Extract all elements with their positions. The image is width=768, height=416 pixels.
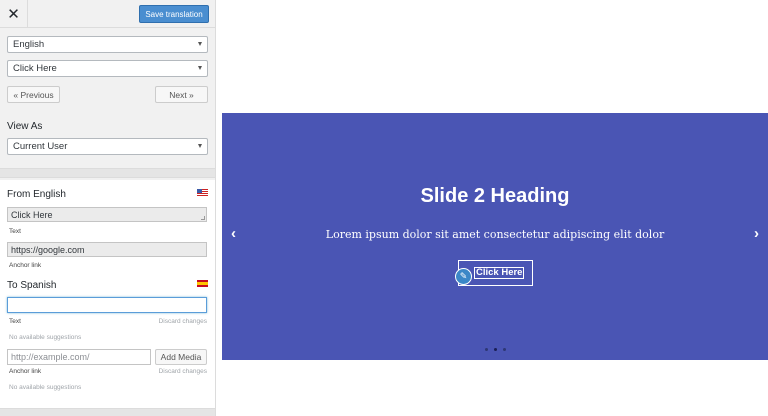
- no-suggestions-text: No available suggestions: [9, 334, 82, 341]
- close-icon[interactable]: ✕: [0, 0, 28, 28]
- source-link-value: https://google.com: [11, 244, 85, 255]
- slide-dot[interactable]: [484, 348, 488, 351]
- slide-text: Lorem ipsum dolor sit amet consectetur a…: [325, 228, 665, 241]
- translation-sidebar: ✕ Save translation English Click Here « …: [0, 0, 216, 416]
- sidebar-bottom-bar: [0, 408, 215, 416]
- to-language-title: To Spanish: [7, 280, 57, 291]
- translation-link-caption: Anchor link: [9, 368, 42, 375]
- source-text-caption: Text: [9, 228, 21, 235]
- view-as-select[interactable]: Current User: [7, 138, 208, 155]
- next-button[interactable]: Next »: [155, 86, 208, 103]
- translation-text-input[interactable]: [7, 297, 207, 313]
- slide-dots: [222, 348, 768, 351]
- slider: ‹ › Slide 2 Heading Lorem ipsum dolor si…: [222, 113, 768, 360]
- translation-link-input[interactable]: http://example.com/: [7, 349, 151, 365]
- discard-changes-link-2[interactable]: Discard changes: [159, 368, 207, 375]
- previous-button[interactable]: « Previous: [7, 86, 60, 103]
- string-select[interactable]: Click Here: [7, 60, 208, 77]
- page-preview: ‹ › Slide 2 Heading Lorem ipsum dolor si…: [216, 0, 768, 416]
- discard-changes-link[interactable]: Discard changes: [159, 318, 207, 325]
- language-select-value: English: [13, 39, 45, 50]
- save-translation-button[interactable]: Save translation: [139, 5, 209, 23]
- translation-text-caption: Text: [9, 318, 21, 325]
- source-text-field: Click Here: [7, 207, 207, 222]
- source-link-caption: Anchor link: [9, 262, 42, 269]
- no-suggestions-text-2: No available suggestions: [9, 384, 82, 391]
- resize-handle-icon: [201, 216, 205, 220]
- spain-flag-icon: [197, 280, 208, 287]
- pencil-icon[interactable]: ✎: [455, 268, 472, 285]
- sidebar-topbar: ✕ Save translation: [0, 0, 215, 28]
- us-flag-icon: [197, 189, 208, 196]
- chevron-down-icon: [198, 144, 202, 148]
- slide-dot[interactable]: [502, 348, 506, 351]
- chevron-down-icon: [198, 66, 202, 70]
- add-media-button[interactable]: Add Media: [155, 349, 207, 365]
- slide-button-label: Click Here: [474, 267, 525, 279]
- source-link-field: https://google.com: [7, 242, 207, 257]
- view-as-select-value: Current User: [13, 141, 68, 152]
- translation-link-placeholder: http://example.com/: [11, 352, 90, 362]
- slide-dot[interactable]: [493, 348, 497, 351]
- source-text-value: Click Here: [11, 209, 53, 220]
- string-select-value: Click Here: [13, 63, 57, 74]
- from-language-title: From English: [7, 189, 66, 200]
- view-as-label: View As: [7, 121, 43, 132]
- slide-heading: Slide 2 Heading: [420, 185, 570, 207]
- language-select[interactable]: English: [7, 36, 208, 53]
- chevron-down-icon: [198, 42, 202, 46]
- section-divider: [0, 168, 215, 178]
- slide-button[interactable]: Click Here ✎: [455, 260, 533, 286]
